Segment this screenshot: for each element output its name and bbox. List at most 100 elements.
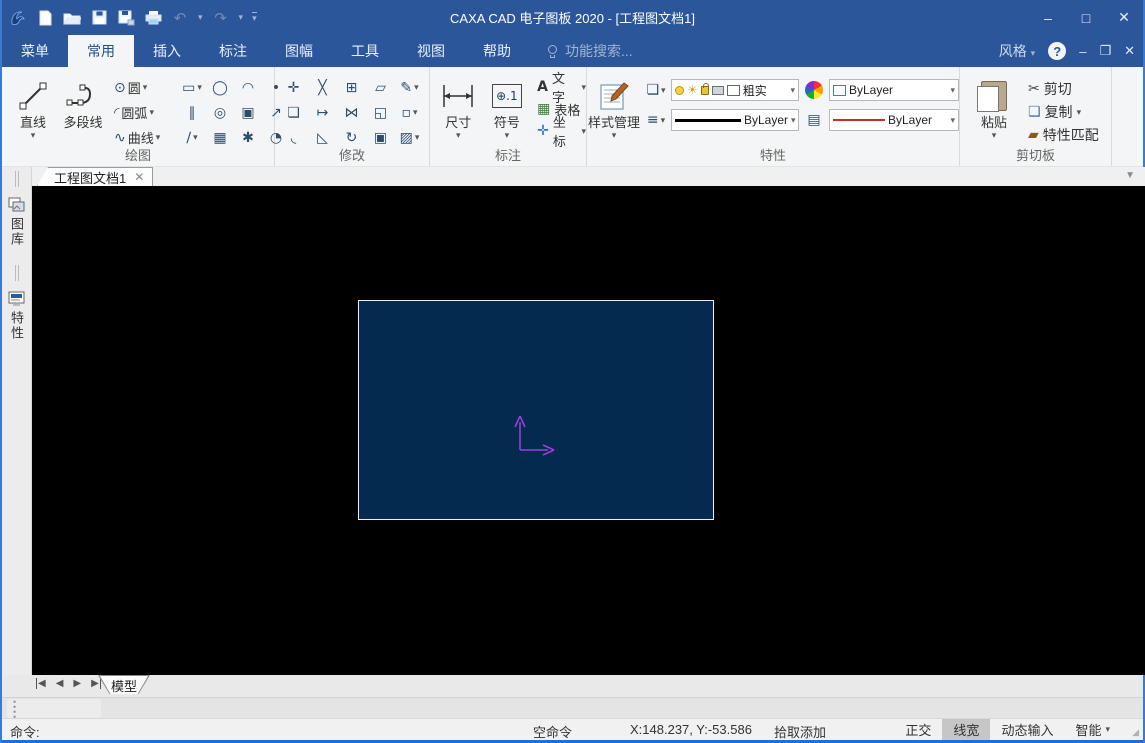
last-sheet-button[interactable]: ▶ [91, 678, 101, 689]
trim-tool-icon: ╳ [318, 80, 326, 96]
tab-help[interactable]: 帮助 [464, 35, 530, 67]
next-sheet-button[interactable]: ▶ [73, 678, 81, 689]
document-tab-close-icon[interactable]: ✕ [134, 170, 144, 184]
current-color-swatch [833, 85, 846, 96]
drag-grip-icon[interactable]: •••• [13, 700, 16, 720]
polygon-tool[interactable]: ◠ [234, 75, 262, 100]
minimize-button[interactable]: – [1029, 0, 1067, 35]
lineweight-combobox[interactable]: ByLayer ▾ [671, 109, 799, 131]
match-properties-button[interactable]: ▰特性匹配 [1028, 125, 1099, 145]
stretch-tool[interactable]: ▱ [366, 75, 395, 100]
tab-insert[interactable]: 插入 [134, 35, 200, 67]
color-value: ByLayer [849, 83, 893, 97]
layer-combobox[interactable]: ☀ 粗实线 ▾ [671, 79, 799, 101]
function-search[interactable]: 功能搜索... [548, 35, 633, 67]
rectangle-tool[interactable]: ▭▾ [178, 75, 206, 100]
toggle-ortho[interactable]: 正交 [894, 719, 942, 740]
style-menu[interactable]: 风格 ▾ [999, 41, 1035, 61]
command-dock-tile[interactable] [7, 699, 101, 718]
trim-tool[interactable]: ╳ [308, 75, 337, 100]
ellipse-tool[interactable]: ◯ [206, 75, 234, 100]
fillet-tool-icon: ◟ [291, 130, 296, 146]
boundary-tool[interactable]: ▫▾ [395, 100, 424, 125]
undo-dropdown-caret[interactable]: ▾ [198, 12, 203, 23]
move-tool[interactable]: ✛ [279, 75, 308, 100]
model-tab[interactable]: 模型 [98, 675, 150, 694]
panel-label-clipboard: 剪切板 [960, 145, 1111, 164]
print-icon[interactable] [144, 9, 162, 27]
sidebar-item-properties[interactable]: 特性 [4, 291, 29, 341]
maximize-button[interactable]: □ [1067, 0, 1105, 35]
layer-manager-button[interactable]: ❏▾ [641, 82, 671, 98]
contour-tool[interactable]: ◎ [206, 100, 234, 125]
panel-modify: ✛╳⊞▱✎▾❏↦⋈◱▫▾◟◺↻▣▨▾ 修改 [275, 67, 430, 166]
line-icon [18, 77, 48, 115]
style-manager-icon [598, 77, 630, 115]
open-file-icon[interactable] [63, 9, 81, 27]
rectangle-tool-icon: ▭ [182, 80, 195, 96]
circle-tool[interactable]: ⊙圆▾ [112, 75, 178, 100]
drawing-canvas[interactable] [32, 186, 1145, 675]
toggle-dynamic-input[interactable]: 动态输入 [990, 719, 1064, 740]
tab-annotate[interactable]: 标注 [200, 35, 266, 67]
erase-tool[interactable]: ✎▾ [395, 75, 424, 100]
copy-tool[interactable]: ❏ [279, 100, 308, 125]
close-button[interactable]: ✕ [1105, 0, 1143, 35]
save-icon[interactable] [90, 9, 108, 27]
customize-toolbar-icon[interactable]: ▾ [252, 12, 257, 24]
tab-tools[interactable]: 工具 [332, 35, 398, 67]
resize-grip-icon[interactable]: ◢ [1132, 727, 1139, 738]
new-file-icon[interactable] [36, 9, 54, 27]
extend-tool[interactable]: ↦ [308, 100, 337, 125]
show-lineweight-button[interactable]: ▤ [799, 112, 829, 128]
color-wheel-button[interactable] [799, 81, 829, 99]
redo-icon[interactable]: ↷ [212, 9, 230, 27]
block-tool[interactable]: ▣ [234, 100, 262, 125]
scale-tool-icon: ◱ [374, 105, 387, 121]
mirror-tool[interactable]: ⋈ [337, 100, 366, 125]
first-sheet-button[interactable]: ◀ [36, 678, 46, 689]
tab-menu[interactable]: 菜单 [2, 35, 68, 67]
save-as-icon[interactable] [117, 9, 135, 27]
toggle-smart-snap[interactable]: 智能▾ [1064, 719, 1121, 740]
color-combobox[interactable]: ByLayer ▾ [829, 79, 959, 101]
tab-view[interactable]: 视图 [398, 35, 464, 67]
lineweight-value: ByLayer [744, 113, 788, 127]
lineweight-button[interactable]: ≡▾ [641, 112, 671, 128]
document-tabstrip: 工程图文档1 ✕ ▼ [32, 167, 1145, 186]
pick-mode[interactable]: 拾取添加 [774, 722, 826, 741]
doc-minimize-button[interactable]: – [1079, 44, 1086, 59]
array-tool[interactable]: ⊞ [337, 75, 366, 100]
tab-sheet[interactable]: 图幅 [266, 35, 332, 67]
sidebar-item-library[interactable]: 图库 [4, 197, 29, 247]
window-controls: – □ ✕ [1029, 0, 1143, 35]
linetype-combobox[interactable]: ByLayer ▾ [829, 109, 959, 131]
cut-button[interactable]: ✂剪切 [1028, 79, 1099, 99]
coordinate-button[interactable]: ✛坐标▾ [537, 121, 586, 141]
document-tab[interactable]: 工程图文档1 ✕ [37, 167, 153, 186]
parallel-line-tool[interactable]: ∥ [178, 100, 206, 125]
doc-close-button[interactable]: ✕ [1124, 43, 1135, 59]
undo-icon[interactable]: ↶ [171, 9, 189, 27]
parallel-line-tool-icon: ∥ [189, 105, 196, 121]
rotate-tool-icon: ↻ [346, 130, 358, 146]
dropdown-caret: ▾ [456, 130, 461, 141]
dropdown-caret: ▾ [413, 107, 418, 118]
text-button[interactable]: A文字▾ [537, 77, 586, 97]
scale-tool[interactable]: ◱ [366, 100, 395, 125]
command-prompt[interactable]: 命令: [10, 722, 40, 741]
redo-dropdown-caret[interactable]: ▾ [239, 12, 244, 23]
command-dock: •••• [2, 697, 1143, 718]
dropdown-caret: ▾ [197, 82, 202, 93]
prev-sheet-button[interactable]: ◀ [56, 678, 64, 689]
arc-tool[interactable]: ◜圆弧▾ [112, 100, 178, 125]
polyline-icon [66, 77, 100, 115]
help-icon[interactable]: ? [1048, 42, 1066, 60]
toggle-lineweight[interactable]: 线宽 [942, 719, 990, 740]
dropdown-caret: ▾ [31, 130, 36, 141]
copy-button[interactable]: ❏复制▾ [1028, 102, 1099, 122]
tab-list-chevron-icon[interactable]: ▼ [1125, 170, 1135, 181]
tab-home[interactable]: 常用 [68, 35, 134, 67]
extend-tool-icon: ↦ [317, 105, 329, 121]
doc-restore-button[interactable]: ❐ [1099, 43, 1111, 59]
